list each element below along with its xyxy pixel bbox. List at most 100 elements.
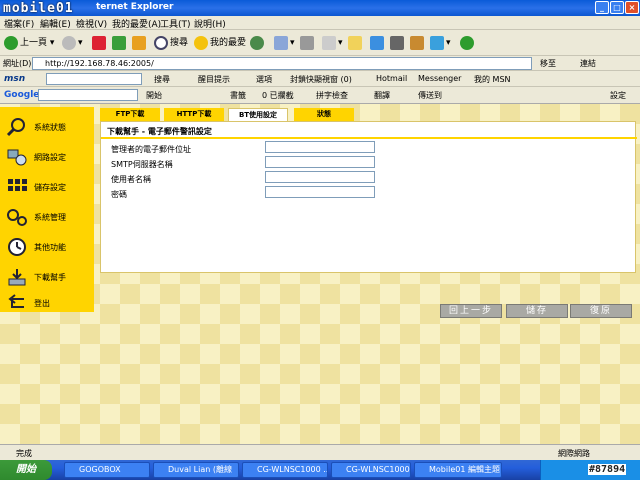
folder-icon (348, 35, 362, 50)
tab-ftp[interactable]: FTP下載 (100, 108, 160, 121)
username-label: 使用者名稱 (111, 175, 151, 184)
hotmail-button[interactable]: Hotmail (376, 74, 407, 83)
smtp-server-label: SMTP伺服器名稱 (111, 160, 173, 169)
back-arrow-icon (4, 35, 18, 50)
tab-http[interactable]: HTTP下載 (164, 108, 224, 121)
prev-step-button[interactable]: 回上一步 (440, 304, 502, 318)
star-icon (194, 35, 208, 50)
restore-button[interactable]: 復原 (570, 304, 632, 318)
mymsn-link[interactable]: 我的 MSN (474, 74, 511, 85)
toolbar: 上一頁 ▾ ▾ 搜尋 我的最愛 ▾ ▾ ▾ (0, 30, 640, 56)
divider (101, 137, 637, 139)
menu-favorites[interactable]: 我的最愛(A) (112, 17, 161, 30)
tool-button-2[interactable] (370, 35, 386, 51)
minimize-button[interactable]: _ (595, 1, 609, 14)
msn-search-button[interactable]: 搜尋 (154, 74, 170, 85)
sidebar-item-logout[interactable]: 登出 (0, 289, 94, 317)
task-cg-1[interactable]: CG-WLNSC1000 ... (242, 462, 328, 478)
search-button[interactable]: 搜尋 (154, 35, 188, 51)
history-button[interactable] (250, 35, 266, 51)
tool-button-4[interactable] (410, 35, 426, 51)
status-text: 完成 (16, 449, 32, 458)
password-field[interactable] (265, 186, 375, 198)
messenger-link[interactable]: Messenger (418, 74, 461, 83)
google-start-button[interactable]: 開始 (146, 90, 162, 101)
mail-button[interactable]: ▾ (274, 35, 295, 51)
translate-button[interactable]: 翻譯 (374, 90, 390, 101)
menu-view[interactable]: 檢視(V) (76, 17, 107, 30)
back-label: 上一頁 (20, 38, 48, 48)
sidebar-item-label: 下載幫手 (34, 273, 66, 282)
username-field[interactable] (265, 171, 375, 183)
msn-logo: msn (4, 74, 26, 84)
menu-edit[interactable]: 編輯(E) (40, 17, 71, 30)
msn-search-input[interactable] (46, 73, 142, 85)
popup-blocker-button[interactable]: 封鎖快顯視窗 (0) (290, 74, 352, 85)
tool-button-3[interactable] (390, 35, 406, 51)
favorites-button[interactable]: 我的最愛 (194, 35, 246, 51)
title-bar: mobile01 ternet Explorer _ □ × (0, 0, 640, 16)
spellcheck-button[interactable]: 拼字檢查 (316, 90, 348, 101)
password-label: 密碼 (111, 190, 127, 199)
menu-help[interactable]: 說明(H) (194, 17, 226, 30)
sidebar-item-storage[interactable]: 儲存設定 (0, 173, 94, 201)
tool-button-5[interactable]: ▾ (430, 35, 451, 51)
save-button[interactable]: 儲存 (506, 304, 568, 318)
sidebar-item-admin[interactable]: 系統管理 (0, 203, 94, 231)
edit-button[interactable]: ▾ (322, 35, 343, 51)
forward-button[interactable]: ▾ (62, 35, 83, 51)
sidebar-item-label: 系統管理 (34, 213, 66, 222)
messenger-button[interactable] (348, 35, 364, 51)
sidebar-item-label: 其他功能 (34, 243, 66, 252)
magnifier-icon (6, 118, 25, 137)
menu-tools[interactable]: 工具(T) (160, 17, 191, 30)
mail-icon (274, 35, 288, 50)
popups-blocked[interactable]: 0 已攔截 (262, 90, 294, 101)
tab-status[interactable]: 狀態 (294, 108, 354, 121)
msn-toolbar: msn 搜尋 醒目提示 選項 封鎖快顯視窗 (0) Hotmail Messen… (0, 71, 640, 87)
sidebar-item-label: 登出 (34, 299, 50, 308)
task-cg-2[interactable]: CG-WLNSC1000... (331, 462, 411, 478)
print-button[interactable] (300, 35, 316, 51)
maximize-button[interactable]: □ (610, 1, 624, 14)
google-search-input[interactable] (38, 89, 138, 101)
start-button[interactable]: 開始 (0, 460, 52, 480)
refresh-button[interactable] (112, 35, 128, 51)
menu-file[interactable]: 檔案(F) (4, 17, 34, 30)
stop-button[interactable] (92, 35, 108, 51)
sidebar-item-other[interactable]: 其他功能 (0, 233, 94, 261)
search-icon (154, 35, 168, 50)
google-toolbar: Google 開始 書籤 0 已攔截 拼字檢查 翻譯 傳送到 設定 (0, 87, 640, 104)
tool-button-6[interactable] (460, 35, 476, 51)
sendto-button[interactable]: 傳送到 (418, 90, 442, 101)
task-mobile01[interactable]: Mobile01 編輯主題 (414, 462, 502, 478)
admin-email-label: 管理者的電子郵件位址 (111, 145, 191, 154)
print-icon (300, 35, 314, 50)
task-duval[interactable]: Duval Lian (離線 (153, 462, 239, 478)
smtp-server-field[interactable] (265, 156, 375, 168)
msn-options-button[interactable]: 選項 (256, 74, 272, 85)
back-button[interactable]: 上一頁 ▾ (4, 35, 54, 51)
bookmarks-button[interactable]: 書籤 (230, 90, 246, 101)
sidebar-item-status[interactable]: 系統狀態 (0, 113, 94, 141)
buddy-icon (460, 35, 474, 50)
address-input[interactable]: http://192.168.78.46:2005/ (32, 57, 532, 70)
home-button[interactable] (132, 35, 148, 51)
links-label[interactable]: 連結 (580, 58, 596, 69)
page-content: 系統狀態 網路設定 儲存設定 系統管理 其他功能 下載幫手 登出 FTP下載 H… (0, 104, 640, 444)
close-button[interactable]: × (625, 1, 639, 14)
skype-icon (430, 35, 444, 50)
window-title: ternet Explorer (96, 2, 174, 12)
sidebar-item-network[interactable]: 網路設定 (0, 143, 94, 171)
logout-arrow-icon (8, 294, 24, 308)
settings-button[interactable]: 設定 (610, 90, 626, 101)
task-gogobox[interactable]: GOGOBOX (64, 462, 150, 478)
admin-email-field[interactable] (265, 141, 375, 153)
msn-highlight-button[interactable]: 醒目提示 (198, 74, 230, 85)
go-button[interactable]: 移至 (540, 58, 556, 69)
refresh-icon (112, 35, 126, 50)
sidebar-item-download[interactable]: 下載幫手 (0, 263, 94, 291)
tab-bt-settings[interactable]: BT使用設定 (228, 108, 288, 121)
google-logo: Google (4, 90, 40, 100)
home-icon (132, 35, 146, 50)
